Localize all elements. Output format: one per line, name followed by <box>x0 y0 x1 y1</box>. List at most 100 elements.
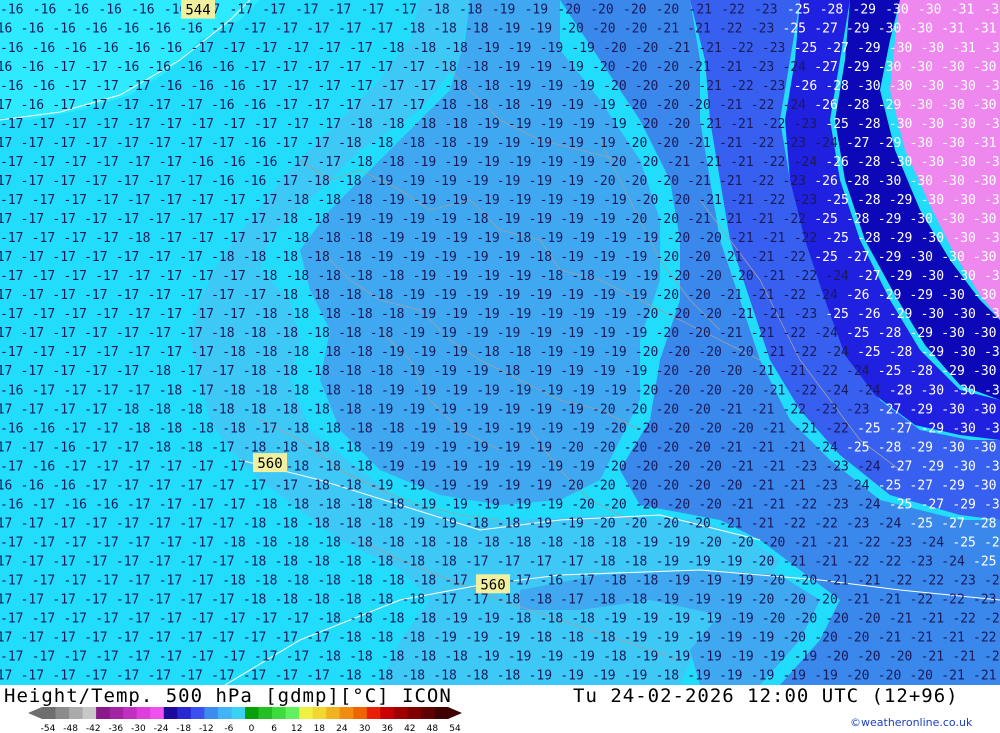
temp-label: -22 <box>878 555 901 570</box>
temp-label: -17 <box>159 269 182 284</box>
temp-label: -17 <box>222 307 245 322</box>
temp-label: -28 <box>846 98 869 113</box>
temp-label: -19 <box>476 269 499 284</box>
temp-label: -20 <box>656 250 679 265</box>
temp-label: -18 <box>286 231 309 246</box>
temp-label: -24 <box>941 555 965 570</box>
temp-label: -17 <box>116 669 139 684</box>
temp-label: -21 <box>878 631 901 646</box>
temp-label: -29 <box>878 250 901 265</box>
temp-label: -17 <box>95 650 118 665</box>
temp-label: -18 <box>222 536 245 551</box>
temp-label: -17 <box>127 497 150 512</box>
temp-label: -18 <box>318 193 341 208</box>
temp-label: -20 <box>730 383 753 398</box>
temp-label: -30 <box>921 193 944 208</box>
scale-arrow-right <box>448 707 462 719</box>
temp-label: -18 <box>381 269 404 284</box>
temp-label: -30 <box>984 155 1000 170</box>
temp-label: -29 <box>846 22 869 37</box>
temp-label: -17 <box>318 79 341 94</box>
temp-label: -20 <box>624 517 647 532</box>
temp-label: -30 <box>973 478 996 493</box>
temp-label: -19 <box>433 517 456 532</box>
temp-label: -17 <box>0 669 12 684</box>
temp-label: -17 <box>159 497 182 512</box>
temp-label: -30 <box>952 231 975 246</box>
temp-label: -18 <box>211 326 234 341</box>
temp-label: -19 <box>444 307 467 322</box>
temp-label: -16 <box>95 41 118 56</box>
scale-tick-label: 48 <box>427 724 439 733</box>
temp-label: -17 <box>159 459 182 474</box>
temp-label: -19 <box>465 250 488 265</box>
temp-label: -17 <box>127 117 150 132</box>
temp-label: -16 <box>0 3 23 18</box>
temp-label: -23 <box>794 117 817 132</box>
temp-label: -18 <box>529 250 552 265</box>
temp-label: -19 <box>529 402 552 417</box>
temp-label: -20 <box>592 478 615 493</box>
temp-label: -16 <box>21 478 44 493</box>
temp-label: -17 <box>84 98 107 113</box>
temp-label: -24 <box>846 478 870 493</box>
temp-label: -19 <box>476 497 499 512</box>
temp-label: -17 <box>52 402 75 417</box>
temp-label: -30 <box>973 440 996 455</box>
temp-label: -30 <box>921 41 944 56</box>
temp-label: -19 <box>465 402 488 417</box>
temp-label: -29 <box>889 269 912 284</box>
temp-label: -17 <box>571 574 594 589</box>
temp-label: -27 <box>941 517 964 532</box>
temp-label: -18 <box>286 307 309 322</box>
temp-label: -19 <box>497 212 520 227</box>
temp-label: -19 <box>571 421 594 436</box>
temp-label: -18 <box>624 593 647 608</box>
temp-label: -18 <box>508 345 531 360</box>
temp-label: -30 <box>878 60 901 75</box>
temp-label: -18 <box>127 421 150 436</box>
temp-label: -19 <box>508 497 531 512</box>
temp-label: -30 <box>910 60 933 75</box>
temp-label: -25 <box>973 555 996 570</box>
temp-label: -21 <box>751 440 774 455</box>
temp-label: -19 <box>603 612 626 627</box>
temp-label: -20 <box>635 383 658 398</box>
temp-label: -20 <box>656 478 679 493</box>
scale-tick-label: -36 <box>108 724 123 733</box>
scale-tick-label: 42 <box>404 724 415 733</box>
temp-label: -17 <box>254 612 277 627</box>
temp-label: -19 <box>719 669 742 684</box>
temp-label: -17 <box>21 402 44 417</box>
temp-label: -17 <box>52 631 75 646</box>
temp-label: -30 <box>973 288 996 303</box>
temp-label: -22 <box>783 326 806 341</box>
temp-label: -18 <box>381 612 404 627</box>
temp-label: -20 <box>698 345 721 360</box>
temp-label: -30 <box>889 79 912 94</box>
temp-label: -17 <box>381 79 404 94</box>
temp-label: -26 <box>814 98 837 113</box>
temp-label: -19 <box>413 459 436 474</box>
temp-label: -19 <box>603 269 626 284</box>
temp-label: -28 <box>878 326 901 341</box>
temp-label: -25 <box>825 117 848 132</box>
temp-label: -18 <box>465 22 488 37</box>
temp-label: -19 <box>603 193 626 208</box>
temp-label: -17 <box>222 117 245 132</box>
temp-label: -29 <box>921 345 944 360</box>
temp-label: -20 <box>571 497 594 512</box>
temp-label: -19 <box>730 612 753 627</box>
temp-label: -20 <box>825 612 848 627</box>
temp-label: -17 <box>127 536 150 551</box>
temp-label: -17 <box>52 669 75 684</box>
temp-label: -17 <box>32 155 55 170</box>
temp-label: -19 <box>413 421 436 436</box>
temp-label: -17 <box>148 593 171 608</box>
temp-label: -19 <box>540 421 563 436</box>
temp-label: -17 <box>338 60 361 75</box>
temp-label: -23 <box>794 307 817 322</box>
temp-label: -29 <box>857 41 880 56</box>
credit-link[interactable]: ©weatheronline.co.uk <box>850 716 972 729</box>
temp-label: -18 <box>306 288 329 303</box>
